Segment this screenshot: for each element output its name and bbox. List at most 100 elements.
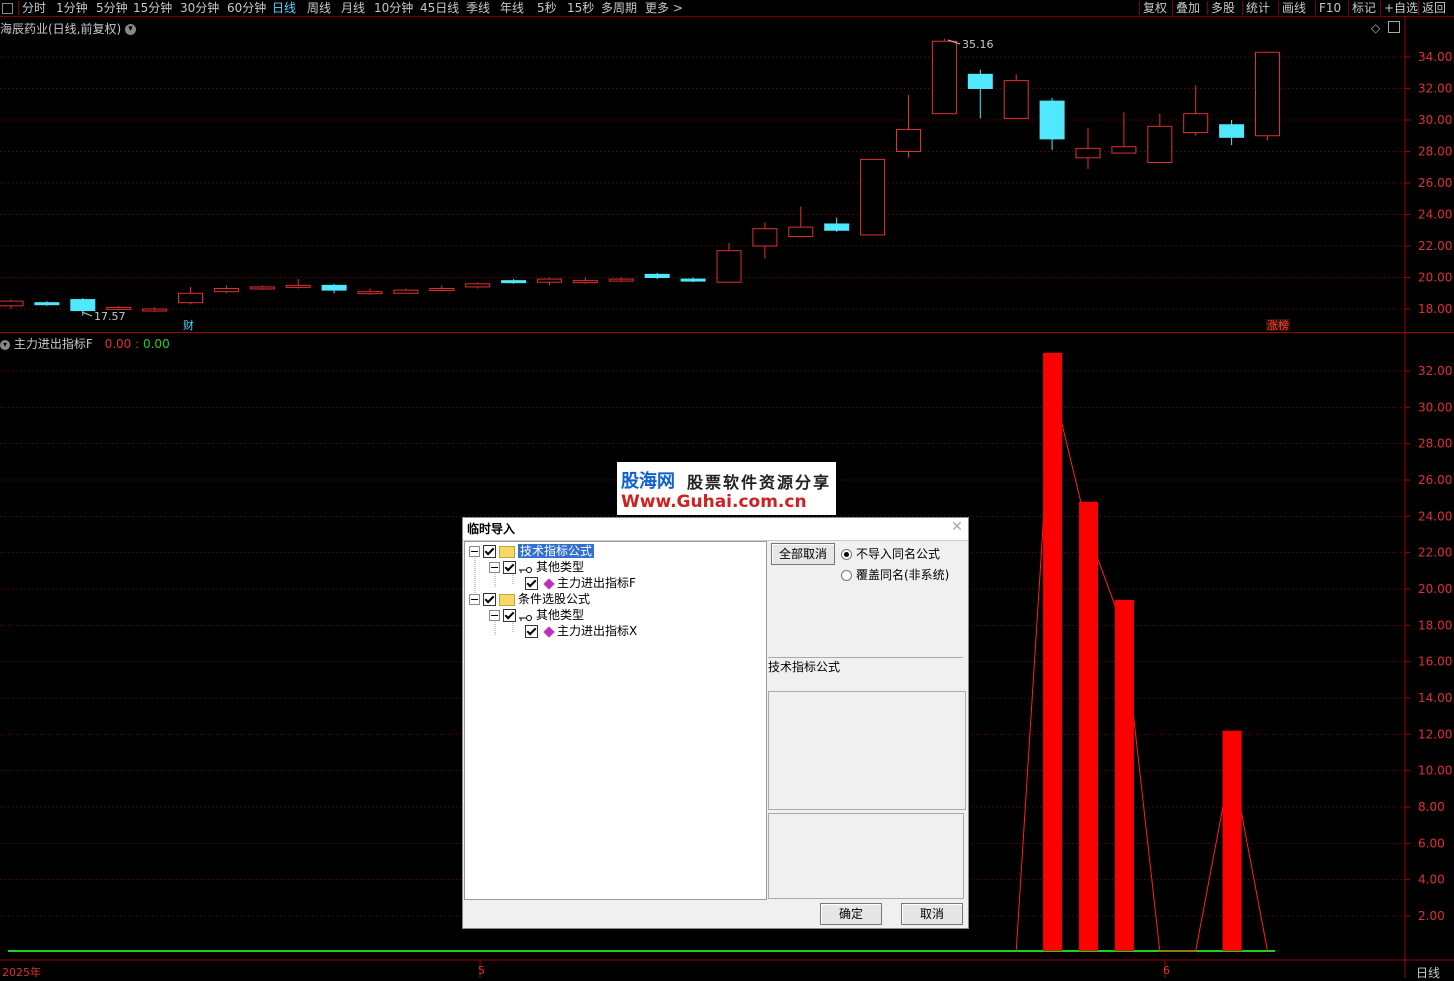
candle-body xyxy=(1219,124,1245,138)
candle-body xyxy=(608,278,634,282)
high-label: 35.16 xyxy=(962,38,994,51)
candle-body xyxy=(393,289,419,294)
tree-item-condition-formula[interactable]: 条件选股公式 xyxy=(469,591,590,607)
indicator-name: 主力进出指标F xyxy=(13,337,93,351)
panel-divider xyxy=(0,332,1454,333)
low-pointer xyxy=(81,311,93,317)
checkbox-condition-formula[interactable] xyxy=(483,593,496,606)
candle-body xyxy=(70,299,96,312)
candle-body xyxy=(213,288,239,293)
watermark-slogan: 股票软件资源分享 xyxy=(687,473,832,492)
candle-body xyxy=(357,291,383,295)
indicator-tick-label: 8.00 xyxy=(1418,800,1445,814)
candle-body xyxy=(285,284,311,288)
watermark-logo: 股海网 股票软件资源分享 Www.Guhai.com.cn xyxy=(617,462,836,515)
indicator-tick-label: 12.00 xyxy=(1418,727,1452,741)
indicator-tick-label: 28.00 xyxy=(1418,437,1452,451)
tree-item-formula-f[interactable]: 主力进出指标F xyxy=(525,575,636,591)
candle-body xyxy=(896,128,921,152)
radio-dot[interactable] xyxy=(841,570,852,581)
x-label-5: 5 xyxy=(478,964,485,977)
candle-body xyxy=(967,73,993,89)
checkbox-other-type-1[interactable] xyxy=(503,561,516,574)
price-tick-label: 24.00 xyxy=(1418,208,1452,222)
candle-body xyxy=(931,40,957,115)
deselect-all-button[interactable]: 全部取消 xyxy=(771,543,835,565)
dialog-title: 临时导入 xyxy=(463,518,968,541)
price-tick-label: 32.00 xyxy=(1418,82,1452,96)
candle-body xyxy=(860,158,886,236)
candle-body xyxy=(321,284,347,291)
indicator-value-2: 0.00 xyxy=(142,337,170,351)
checkbox-tech-formula[interactable] xyxy=(483,545,496,558)
candle-body xyxy=(680,278,706,282)
indicator-tick-label: 2.00 xyxy=(1418,909,1445,923)
folder-icon xyxy=(499,545,515,558)
checkbox-formula-f[interactable] xyxy=(525,577,538,590)
indicator-tick-label: 22.00 xyxy=(1418,546,1452,560)
info-section: 技术指标公式 xyxy=(768,657,963,688)
tree-item-other-type-2[interactable]: 其他类型 xyxy=(489,607,584,623)
candle-body xyxy=(1147,125,1173,164)
checkbox-other-type-2[interactable] xyxy=(503,609,516,622)
candle-body xyxy=(1183,113,1209,134)
close-icon[interactable]: ✕ xyxy=(950,520,964,534)
candle-body xyxy=(716,250,742,283)
indicator-tick-label: 26.00 xyxy=(1418,473,1452,487)
indicator-tick-label: 14.00 xyxy=(1418,691,1452,705)
candle-body xyxy=(1039,100,1065,140)
collapse-icon[interactable] xyxy=(469,546,480,557)
tree-label: 主力进出指标X xyxy=(557,624,638,638)
indicator-bar xyxy=(1079,501,1098,951)
price-tick-label: 26.00 xyxy=(1418,176,1452,190)
formula-icon xyxy=(543,625,555,638)
tree-item-other-type-1[interactable]: 其他类型 xyxy=(489,559,584,575)
radio-dot[interactable] xyxy=(841,549,852,560)
collapse-icon[interactable] xyxy=(469,594,480,605)
radio-label: 覆盖同名(非系统) xyxy=(856,568,950,582)
candle-body xyxy=(824,223,850,231)
detail-box xyxy=(768,813,964,899)
candle-body xyxy=(572,280,598,284)
watermark-brand: 股海网 xyxy=(621,471,675,492)
candle-body xyxy=(142,308,168,312)
tree-item-tech-formula[interactable]: 技术指标公式 xyxy=(469,543,595,559)
indicator-tick-label: 18.00 xyxy=(1418,618,1452,632)
radio-overwrite-same-name[interactable]: 覆盖同名(非系统) xyxy=(841,566,949,583)
import-dialog: 临时导入 ✕ 技术指标公式 其他类型 主力进出指标F 条件选股公式 其他类型 主… xyxy=(462,517,969,929)
ok-button[interactable]: 确定 xyxy=(820,903,882,925)
radio-skip-same-name[interactable]: 不导入同名公式 xyxy=(841,545,940,562)
zhangting-badge: 涨榜 xyxy=(1267,318,1289,332)
checkbox-formula-x[interactable] xyxy=(525,625,538,638)
candle-body xyxy=(249,286,275,290)
indicator-value-1: 0.00 xyxy=(104,337,132,351)
indicator-tick-label: 32.00 xyxy=(1418,364,1452,378)
candle-body xyxy=(429,288,455,292)
tree-item-formula-x[interactable]: 主力进出指标X xyxy=(525,623,637,639)
collapse-icon[interactable] xyxy=(489,562,500,573)
chevron-down-icon[interactable]: ▾ xyxy=(0,339,10,350)
indicator-bar xyxy=(1114,599,1134,951)
candle-body xyxy=(1003,80,1029,119)
price-tick-label: 34.00 xyxy=(1418,50,1452,64)
key-icon xyxy=(519,563,533,573)
collapse-icon[interactable] xyxy=(489,610,500,621)
description-box xyxy=(768,691,966,810)
x-label-6: 6 xyxy=(1163,964,1170,977)
finance-badge: 财 xyxy=(183,318,194,332)
period-label: 日线 xyxy=(1416,966,1441,980)
folder-icon xyxy=(499,593,515,606)
formula-tree: 技术指标公式 其他类型 主力进出指标F 条件选股公式 其他类型 主力进出指标X xyxy=(464,541,767,900)
candle-body xyxy=(178,292,203,304)
indicator-tick-label: 30.00 xyxy=(1418,400,1452,414)
indicator-bar xyxy=(1043,352,1063,951)
low-label: 17.57 xyxy=(94,310,126,323)
indicator-tick-label: 24.00 xyxy=(1418,509,1452,523)
indicator-tick-label: 20.00 xyxy=(1418,582,1452,596)
price-tick-label: 30.00 xyxy=(1418,113,1452,127)
candle-body xyxy=(465,283,491,288)
indicator-tick-label: 4.00 xyxy=(1418,873,1445,887)
cancel-button[interactable]: 取消 xyxy=(901,903,963,925)
tree-label: 其他类型 xyxy=(536,560,585,574)
candle-body xyxy=(1255,51,1280,137)
